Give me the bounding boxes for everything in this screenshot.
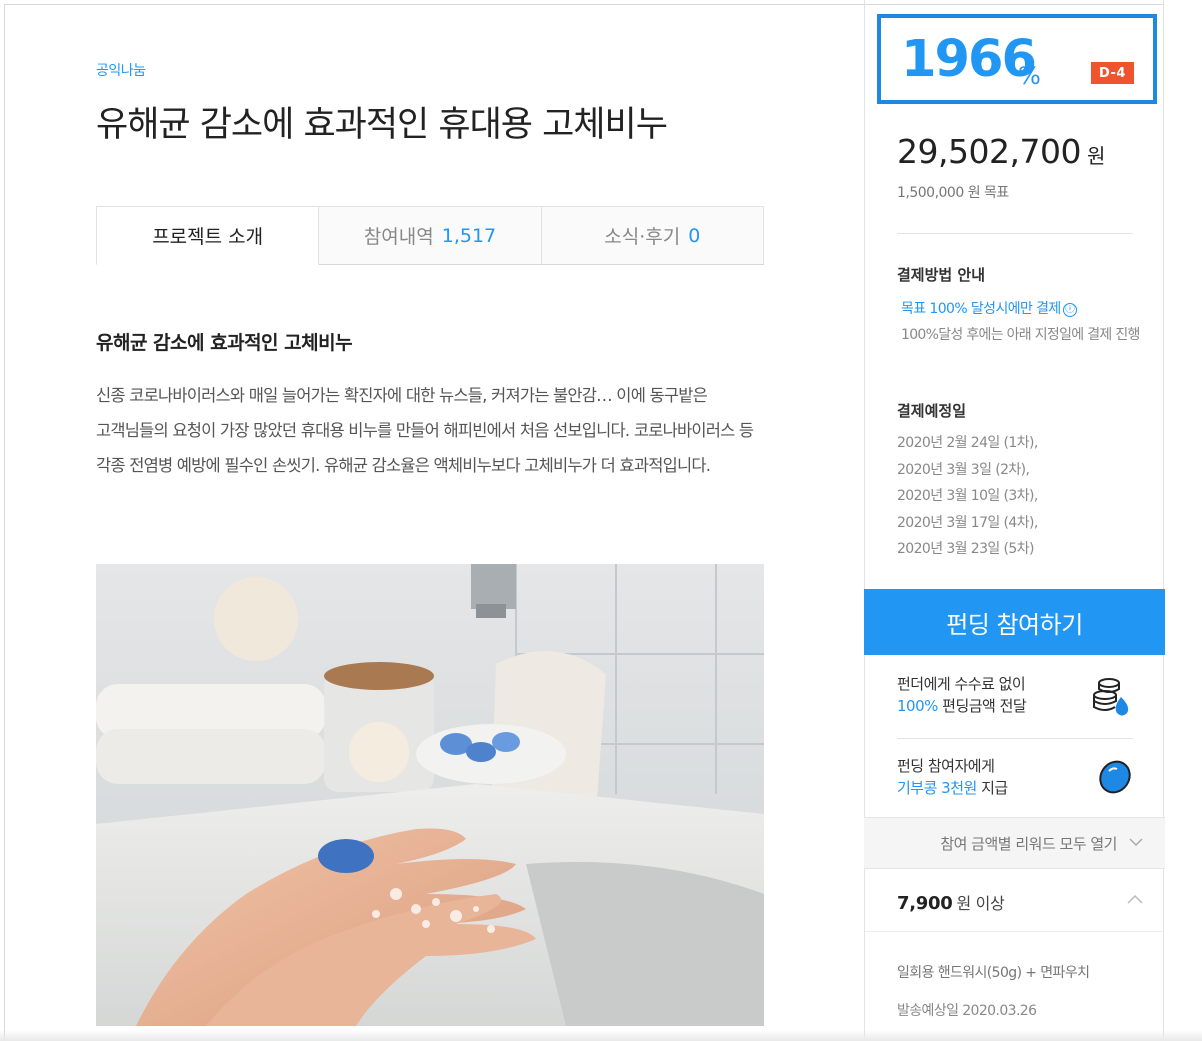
tab-count: 1,517 bbox=[441, 224, 497, 247]
tab-count: 0 bbox=[688, 224, 701, 247]
chevron-up-icon[interactable] bbox=[1127, 890, 1143, 909]
payment-condition-text: 목표 100% 달성시에만 결제 bbox=[901, 301, 1061, 317]
schedule-item: 2020년 3월 23일 (5차) bbox=[897, 541, 1034, 557]
bottom-edge-shadow bbox=[0, 1030, 1202, 1041]
schedule-item: 2020년 3월 3일 (2차), bbox=[897, 461, 1030, 478]
rewards-expand-all-button[interactable]: 참여 금액별 리워드 모두 열기 bbox=[864, 817, 1165, 869]
coin-stack-icon bbox=[1091, 675, 1133, 723]
payment-heading: 결제방법 안내 bbox=[897, 266, 986, 284]
funded-amount: 29,502,700 원 bbox=[897, 132, 1105, 171]
project-tabs: 프로젝트 소개 참여내역 1,517 소식·후기 0 bbox=[96, 206, 764, 265]
hand-washing-photo bbox=[96, 564, 764, 1026]
rewards-toggle-label: 참여 금액별 리워드 모두 열기 bbox=[940, 834, 1117, 853]
funding-percent-highlight: 1966 % D-4 bbox=[877, 14, 1157, 104]
funding-sidebar: 1966 % D-4 29,502,700 원 1,500,000 원 목표 결제… bbox=[864, 0, 1165, 1041]
schedule-item: 2020년 2월 24일 (1차), bbox=[897, 435, 1038, 451]
content-heading: 유해균 감소에 효과적인 고체비누 bbox=[96, 332, 353, 354]
content-body: 신종 코로나바이러스와 매일 늘어가는 확진자에 대한 뉴스들, 커져가는 불안… bbox=[96, 386, 754, 475]
benefit-no-fee: 펀더에게 수수료 없이 100% 편딩금액 전달 bbox=[897, 673, 1133, 733]
tab-news-reviews[interactable]: 소식·후기 0 bbox=[541, 206, 764, 264]
funded-amount-unit: 원 bbox=[1086, 144, 1105, 168]
benefit-highlight: 100% bbox=[897, 697, 938, 715]
dday-badge: D-4 bbox=[1091, 62, 1134, 84]
schedule-item: 2020년 3월 10일 (3차), bbox=[897, 488, 1038, 504]
tab-label: 참여내역 bbox=[363, 226, 434, 248]
schedule-item: 2020년 3월 17일 (4차), bbox=[897, 514, 1038, 531]
benefit-highlight: 기부콩 3천원 bbox=[897, 779, 977, 797]
tab-project-intro[interactable]: 프로젝트 소개 bbox=[96, 206, 320, 265]
reward-price: 7,900 원 이상 bbox=[897, 890, 1005, 914]
payment-description: 100%달성 후에는 아래 지정일에 결제 진행 bbox=[901, 327, 1140, 343]
divider bbox=[897, 233, 1133, 234]
reward-price-value: 7,900 bbox=[897, 893, 953, 914]
divider bbox=[897, 738, 1133, 739]
reward-shipping-date: 발송예상일 2020.03.26 bbox=[897, 1003, 1037, 1019]
project-category[interactable]: 공익나눔 bbox=[96, 60, 146, 80]
reward-price-unit: 원 이상 bbox=[956, 894, 1005, 913]
funding-goal: 1,500,000 원 목표 bbox=[897, 185, 1009, 201]
project-title: 유해균 감소에 효과적인 휴대용 고체비누 bbox=[96, 105, 668, 145]
benefit-text: 지급 bbox=[976, 779, 1008, 797]
benefit-donation-bean: 펀딩 참여자에게 기부콩 3천원 지급 bbox=[897, 755, 1133, 805]
payment-schedule-heading: 결제예정일 bbox=[897, 402, 967, 420]
funded-amount-value: 29,502,700 bbox=[897, 132, 1081, 171]
tab-participation[interactable]: 참여내역 1,517 bbox=[319, 206, 542, 264]
reward-item-header[interactable]: 7,900 원 이상 bbox=[865, 870, 1163, 932]
fund-participate-button[interactable]: 펀딩 참여하기 bbox=[864, 589, 1165, 655]
payment-condition[interactable]: 목표 100% 달성시에만 결제 ⓘ bbox=[901, 298, 1077, 318]
info-icon[interactable]: ⓘ bbox=[1062, 303, 1077, 317]
funding-percent: 1966 bbox=[901, 30, 1037, 89]
bean-icon bbox=[1091, 757, 1133, 801]
chevron-down-icon bbox=[1129, 835, 1143, 851]
tab-label: 소식·후기 bbox=[604, 226, 681, 248]
reward-description: 일회용 핸드워시(50g) + 면파우치 bbox=[897, 965, 1090, 981]
benefit-text: 편딩금액 전달 bbox=[937, 697, 1027, 715]
tab-label: 프로젝트 소개 bbox=[152, 226, 264, 248]
funding-percent-unit: % bbox=[1018, 62, 1041, 90]
payment-schedule-list: 2020년 2월 24일 (1차), 2020년 3월 3일 (2차), 202… bbox=[897, 430, 1038, 563]
